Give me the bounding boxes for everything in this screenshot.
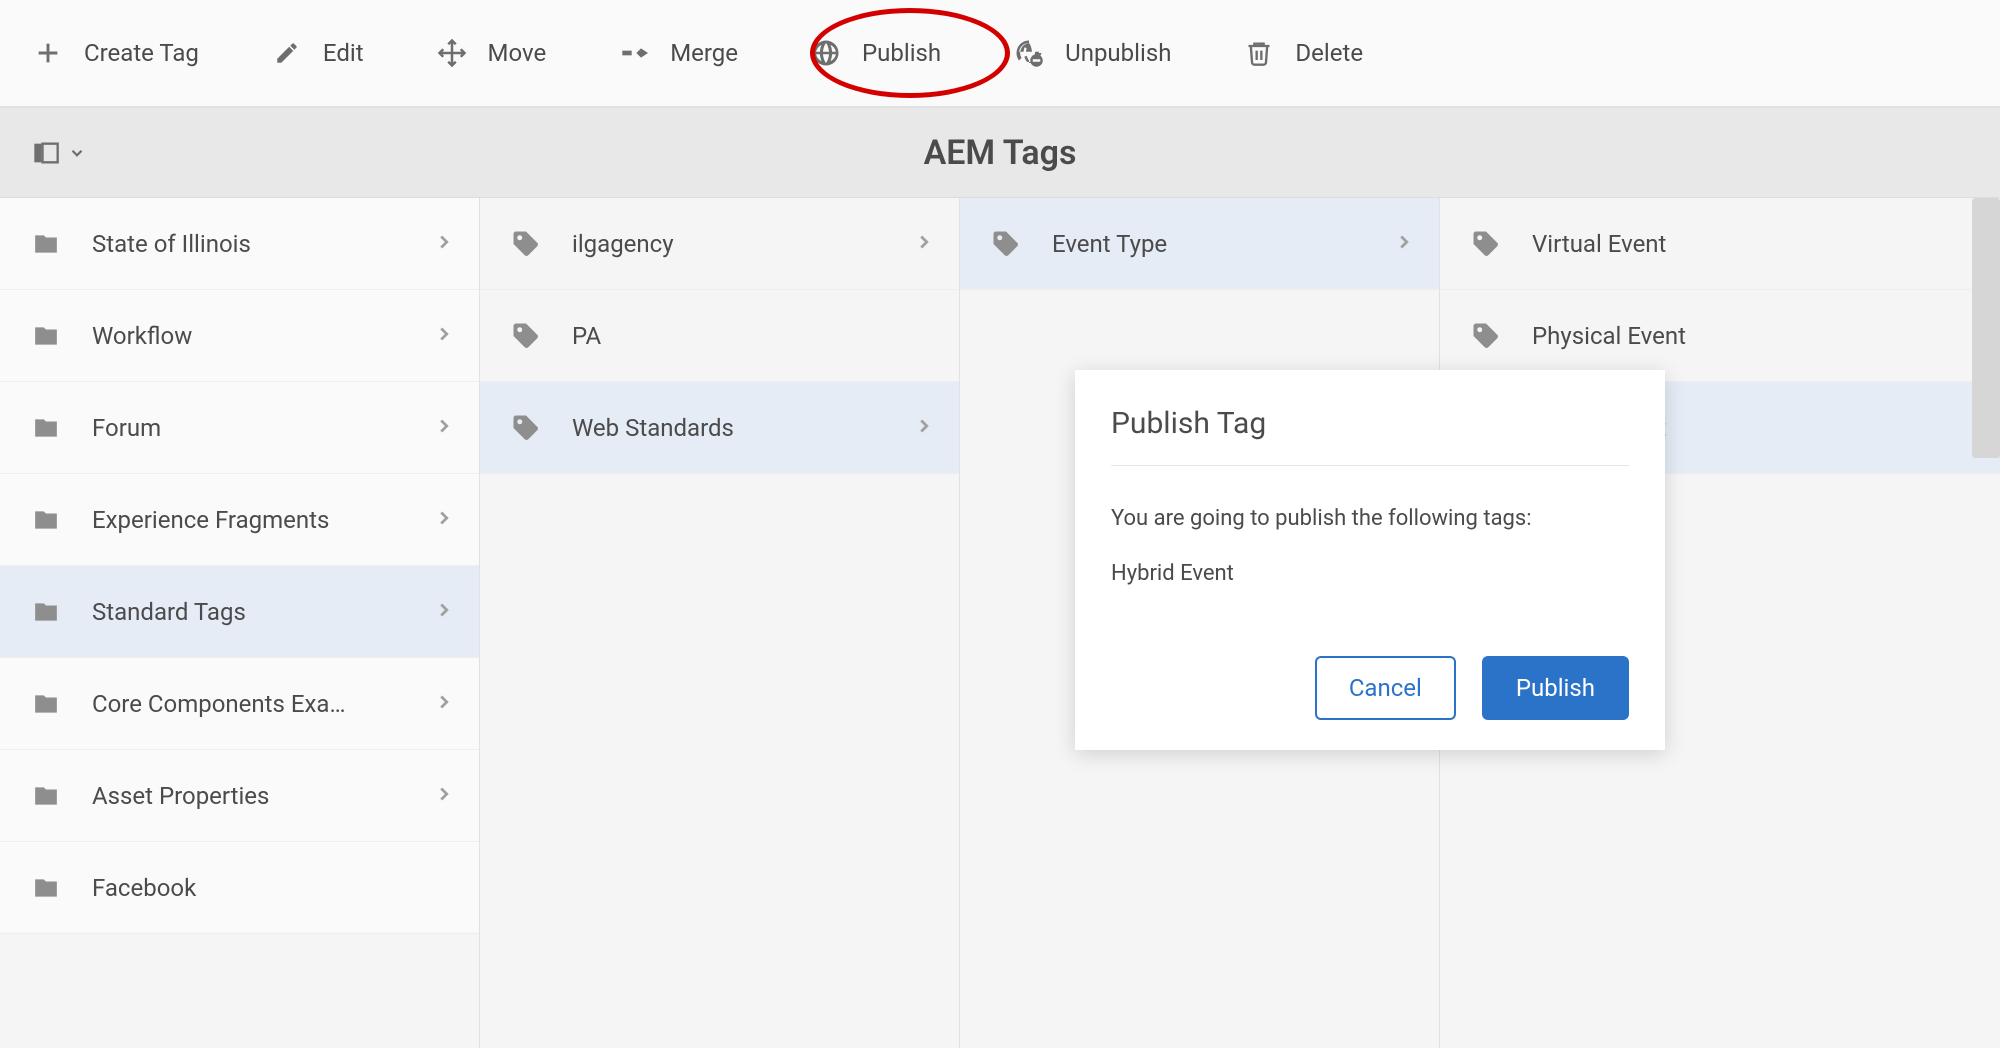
pencil-icon bbox=[269, 35, 305, 71]
tag-row[interactable]: Virtual Event bbox=[1440, 198, 2000, 290]
confirm-publish-button[interactable]: Publish bbox=[1482, 656, 1629, 720]
edit-label: Edit bbox=[323, 39, 364, 67]
merge-label: Merge bbox=[670, 39, 738, 67]
chevron-right-icon bbox=[433, 507, 455, 533]
move-button[interactable]: Move bbox=[424, 27, 557, 79]
unpublish-label: Unpublish bbox=[1065, 39, 1171, 67]
globe-icon bbox=[808, 35, 844, 71]
unpublish-button[interactable]: Unpublish bbox=[1001, 27, 1181, 79]
folder-icon bbox=[0, 875, 92, 901]
chevron-right-icon bbox=[433, 783, 455, 809]
folder-row[interactable]: Experience Fragments bbox=[0, 474, 479, 566]
dialog-actions: Cancel Publish bbox=[1111, 656, 1629, 720]
create-tag-button[interactable]: Create Tag bbox=[20, 27, 209, 79]
trash-icon bbox=[1241, 35, 1277, 71]
folder-row[interactable]: Asset Properties bbox=[0, 750, 479, 842]
delete-button[interactable]: Delete bbox=[1231, 27, 1373, 79]
folder-icon bbox=[0, 323, 92, 349]
tag-icon bbox=[480, 229, 572, 259]
chevron-right-icon bbox=[433, 599, 455, 625]
action-toolbar: Create Tag Edit Move Merge Publish Unpub… bbox=[0, 0, 2000, 108]
chevron-down-icon bbox=[68, 144, 86, 162]
rail-icon bbox=[30, 139, 62, 167]
dialog-tag-name: Hybrid Event bbox=[1111, 561, 1629, 586]
scrollbar[interactable] bbox=[1972, 198, 2000, 458]
folder-row[interactable]: Facebook bbox=[0, 842, 479, 934]
row-label: ilgagency bbox=[572, 230, 913, 258]
chevron-right-icon bbox=[433, 231, 455, 257]
row-label: Asset Properties bbox=[92, 782, 433, 810]
publish-dialog: Publish Tag You are going to publish the… bbox=[1075, 370, 1665, 750]
merge-button[interactable]: Merge bbox=[606, 27, 748, 79]
publish-label: Publish bbox=[862, 39, 941, 67]
chevron-right-icon bbox=[433, 415, 455, 441]
tag-icon bbox=[480, 413, 572, 443]
move-icon bbox=[434, 35, 470, 71]
tag-row[interactable]: Physical Event bbox=[1440, 290, 2000, 382]
row-label: Core Components Exa… bbox=[92, 690, 433, 718]
tag-row[interactable]: Event Type bbox=[960, 198, 1439, 290]
folder-row[interactable]: Workflow bbox=[0, 290, 479, 382]
page-title: AEM Tags bbox=[924, 133, 1077, 173]
folder-row[interactable]: Core Components Exa… bbox=[0, 658, 479, 750]
plus-icon bbox=[30, 35, 66, 71]
folder-icon bbox=[0, 599, 92, 625]
edit-button[interactable]: Edit bbox=[259, 27, 374, 79]
tag-icon bbox=[1440, 321, 1532, 351]
move-label: Move bbox=[488, 39, 547, 67]
tag-icon bbox=[1440, 229, 1532, 259]
tag-icon bbox=[960, 229, 1052, 259]
row-label: Physical Event bbox=[1532, 322, 1976, 350]
cancel-button[interactable]: Cancel bbox=[1315, 656, 1456, 720]
chevron-right-icon bbox=[433, 691, 455, 717]
chevron-right-icon bbox=[913, 231, 935, 257]
row-label: Workflow bbox=[92, 322, 433, 350]
tag-row[interactable]: Web Standards bbox=[480, 382, 959, 474]
folder-row[interactable]: Forum bbox=[0, 382, 479, 474]
row-label: Event Type bbox=[1052, 230, 1393, 258]
folder-icon bbox=[0, 415, 92, 441]
merge-icon bbox=[616, 35, 652, 71]
dialog-title: Publish Tag bbox=[1111, 406, 1629, 466]
tag-row[interactable]: PA bbox=[480, 290, 959, 382]
chevron-right-icon bbox=[433, 323, 455, 349]
row-label: PA bbox=[572, 322, 935, 350]
row-label: Experience Fragments bbox=[92, 506, 433, 534]
folder-icon bbox=[0, 231, 92, 257]
dialog-message: You are going to publish the following t… bbox=[1111, 506, 1629, 531]
delete-label: Delete bbox=[1295, 39, 1363, 67]
folder-icon bbox=[0, 507, 92, 533]
folder-icon bbox=[0, 691, 92, 717]
chevron-right-icon bbox=[1393, 231, 1415, 257]
header-bar: AEM Tags bbox=[0, 108, 2000, 198]
tag-icon bbox=[480, 321, 572, 351]
tag-row[interactable]: ilgagency bbox=[480, 198, 959, 290]
globe-remove-icon bbox=[1011, 35, 1047, 71]
row-label: Standard Tags bbox=[92, 598, 433, 626]
row-label: Virtual Event bbox=[1532, 230, 1976, 258]
row-label: Web Standards bbox=[572, 414, 913, 442]
row-label: Forum bbox=[92, 414, 433, 442]
row-label: Facebook bbox=[92, 874, 455, 902]
chevron-right-icon bbox=[913, 415, 935, 441]
publish-button[interactable]: Publish bbox=[798, 27, 951, 79]
create-tag-label: Create Tag bbox=[84, 39, 199, 67]
column-0: State of Illinois Workflow Forum Experience… bbox=[0, 198, 480, 1048]
folder-row[interactable]: State of Illinois bbox=[0, 198, 479, 290]
column-1: ilgagency PA Web Standards bbox=[480, 198, 960, 1048]
row-label: State of Illinois bbox=[92, 230, 433, 258]
folder-row[interactable]: Standard Tags bbox=[0, 566, 479, 658]
folder-icon bbox=[0, 783, 92, 809]
rail-toggle-button[interactable] bbox=[30, 139, 86, 167]
column-browser: State of Illinois Workflow Forum Experience… bbox=[0, 198, 2000, 1048]
